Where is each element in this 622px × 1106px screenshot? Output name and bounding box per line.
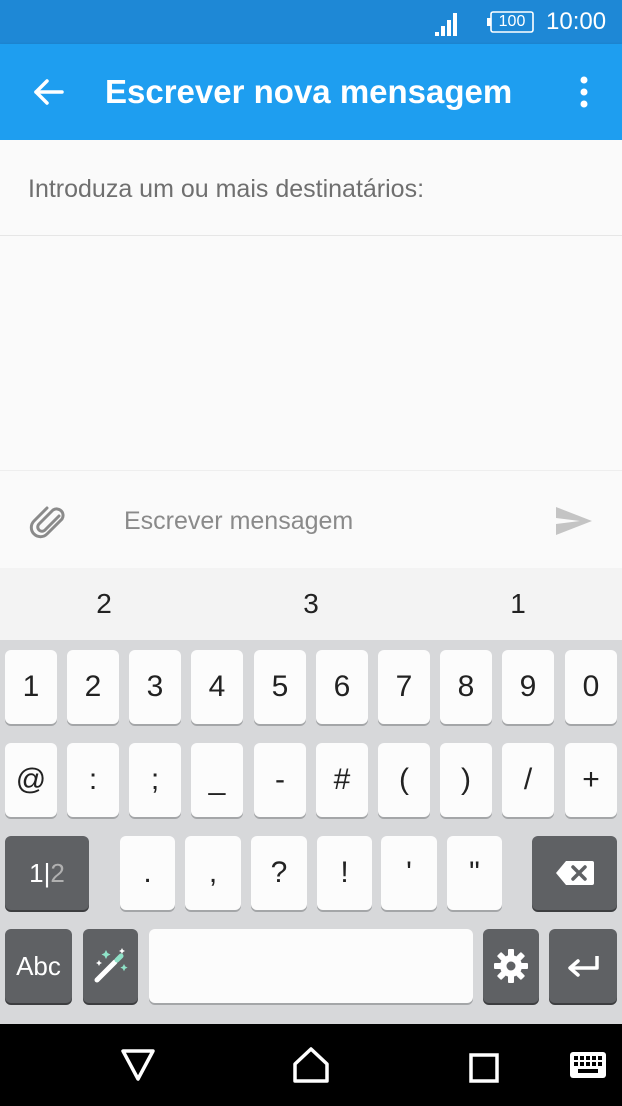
- recipients-prompt: Introduza um ou mais destinatários:: [28, 175, 425, 203]
- key-hash[interactable]: #: [316, 743, 368, 817]
- status-bar: 100 10:00: [0, 0, 622, 44]
- key-apostrophe[interactable]: ': [381, 836, 437, 910]
- key-open-paren[interactable]: (: [378, 743, 430, 817]
- compose-bar: [0, 470, 622, 568]
- key-colon[interactable]: :: [67, 743, 119, 817]
- key-slash[interactable]: /: [502, 743, 554, 817]
- overflow-menu-icon[interactable]: [566, 72, 602, 112]
- enter-arrow-icon: [568, 956, 599, 977]
- key-period[interactable]: .: [120, 836, 175, 910]
- status-clock: 10:00: [546, 8, 607, 35]
- key-2[interactable]: 2: [67, 650, 119, 724]
- key-8[interactable]: 8: [440, 650, 492, 724]
- suggestion-strip: 2 3 1: [0, 568, 622, 640]
- key-0[interactable]: 0: [565, 650, 617, 724]
- key-9[interactable]: 9: [502, 650, 554, 724]
- symbol-page-current: 1|: [29, 857, 51, 888]
- send-icon[interactable]: [552, 501, 594, 541]
- suggestion-item[interactable]: 2: [64, 586, 144, 622]
- signal-icon: [435, 13, 457, 36]
- suggestion-item[interactable]: 3: [271, 586, 351, 622]
- message-input[interactable]: [110, 499, 530, 543]
- back-triangle-icon[interactable]: [120, 1048, 156, 1082]
- keyboard-switch-icon[interactable]: [569, 1051, 607, 1079]
- key-exclamation[interactable]: !: [317, 836, 372, 910]
- key-quote[interactable]: ": [447, 836, 502, 910]
- key-underscore[interactable]: _: [191, 743, 243, 817]
- suggestion-item[interactable]: 1: [478, 586, 558, 622]
- home-icon[interactable]: [292, 1046, 330, 1084]
- key-enter[interactable]: [549, 929, 617, 1003]
- key-semicolon[interactable]: ;: [129, 743, 181, 817]
- key-1[interactable]: 1: [5, 650, 57, 724]
- key-at[interactable]: @: [5, 743, 57, 817]
- backspace-icon: [555, 861, 594, 885]
- battery-level: 100: [498, 13, 526, 30]
- symbol-page-next: 2: [50, 857, 65, 888]
- key-settings[interactable]: [483, 929, 539, 1003]
- key-4[interactable]: 4: [191, 650, 243, 724]
- paperclip-icon[interactable]: [28, 501, 68, 541]
- page-title: Escrever nova mensagem: [105, 73, 513, 110]
- magic-wand-icon: [94, 948, 128, 983]
- key-3[interactable]: 3: [129, 650, 181, 724]
- app-bar: Escrever nova mensagem: [0, 44, 622, 140]
- navigation-bar: [0, 1024, 622, 1106]
- message-thread-area: [0, 236, 622, 470]
- key-7[interactable]: 7: [378, 650, 430, 724]
- recent-apps-icon[interactable]: [469, 1053, 499, 1083]
- key-symbol-page-toggle[interactable]: 1| 2: [5, 836, 89, 910]
- key-question[interactable]: ?: [251, 836, 307, 910]
- key-5[interactable]: 5: [254, 650, 306, 724]
- keyboard: 1 2 3 4 5 6 7 8 9 0 @ : ; _ - # ( ) / + …: [0, 640, 622, 1024]
- key-space[interactable]: [149, 929, 473, 1003]
- key-comma[interactable]: ,: [185, 836, 241, 910]
- gear-icon: [494, 949, 528, 983]
- key-close-paren[interactable]: ): [440, 743, 492, 817]
- back-arrow-icon[interactable]: [28, 72, 68, 112]
- key-magic-wand[interactable]: [83, 929, 138, 1003]
- key-hyphen[interactable]: -: [254, 743, 306, 817]
- key-6[interactable]: 6: [316, 650, 368, 724]
- recipients-field[interactable]: Introduza um ou mais destinatários:: [0, 140, 622, 236]
- key-backspace[interactable]: [532, 836, 617, 910]
- key-plus[interactable]: +: [565, 743, 617, 817]
- key-abc[interactable]: Abc: [5, 929, 72, 1003]
